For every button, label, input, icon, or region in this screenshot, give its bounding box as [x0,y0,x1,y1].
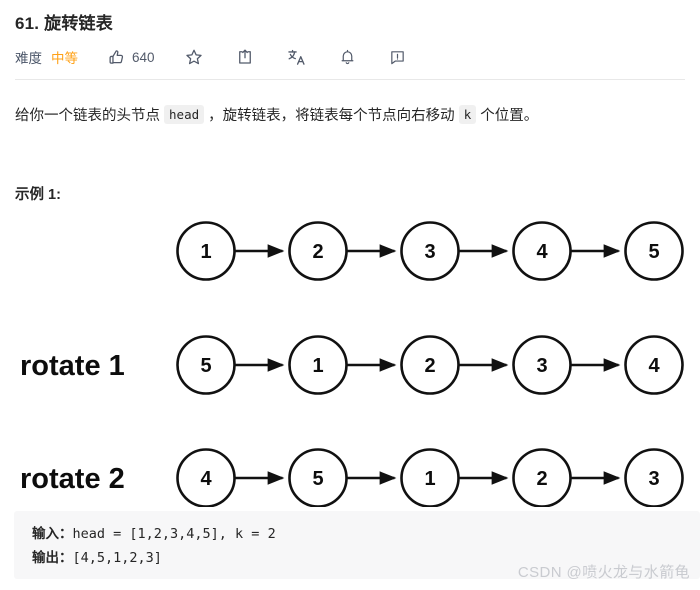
watermark: CSDN @喷火龙与水箭龟 [517,564,690,581]
rotate-label: rotate 1 [20,350,125,382]
header-divider [15,79,685,80]
share-button[interactable] [236,48,254,66]
list-node-value: 4 [648,355,660,377]
list-node-value: 1 [200,241,211,263]
description-text-3: 个位置。 [476,108,539,124]
inline-code-k: k [458,105,477,124]
translate-icon [287,48,306,67]
problem-description: 给你一个链表的头节点 head ，旋转链表，将链表每个节点向右移动 k 个位置。 [15,103,538,128]
list-node-value: 2 [312,241,323,263]
status-badge: 中等 [51,51,78,66]
list-node-value: 1 [424,468,435,490]
list-node-value: 4 [536,241,548,263]
list-node-value: 3 [536,355,547,377]
list-node-value: 3 [424,241,435,263]
list-node-value: 5 [312,468,323,490]
list-node-value: 2 [424,355,435,377]
list-node-value: 1 [312,355,323,377]
like-button[interactable]: 640 [108,49,155,66]
description-text-2: ，旋转链表，将链表每个节点向右移动 [204,108,459,124]
list-node-value: 3 [648,468,659,490]
output-value: [4,5,1,2,3] [72,550,162,566]
linked-list-diagram: 1 2 3 4 5 rotate 1 5 1 2 3 4 rotate 2 4 5 1 2 3 [0,212,700,507]
example-heading: 示例 1: [15,187,61,203]
favorite-button[interactable] [185,48,203,66]
diagram-row: rotate 2 4 5 1 2 3 [20,448,684,507]
diagram-row: 1 2 3 4 5 [176,221,684,281]
output-label: 输出： [32,550,73,565]
input-label: 输入： [32,526,73,541]
like-count: 640 [132,49,155,65]
report-button[interactable] [389,49,406,66]
page-title: 61. 旋转链表 [15,14,113,33]
notification-button[interactable] [339,49,356,66]
problem-meta-row: 难度 中等 640 [15,46,406,68]
description-text-1: 给你一个链表的头节点 [15,108,165,124]
star-icon [185,48,203,66]
thumbs-up-icon [108,49,125,66]
share-icon [236,48,254,66]
list-node-value: 4 [200,468,212,490]
diagram-canvas: 1 2 3 4 5 rotate 1 5 1 2 3 4 rotate 2 4 5 1 2 3 [20,221,684,507]
list-node-value: 2 [536,468,547,490]
list-node-value: 5 [648,241,659,263]
input-value: head = [1,2,3,4,5], k = 2 [72,526,276,542]
diagram-row: rotate 1 5 1 2 3 4 [20,335,684,395]
inline-code-head: head [164,105,205,124]
difficulty-label: 难度 [15,51,42,66]
code-line-input: 输入：head = [1,2,3,4,5], k = 2 [32,522,700,546]
bell-icon [339,49,356,66]
translate-button[interactable] [287,48,306,67]
rotate-label: rotate 2 [20,463,125,495]
list-node-value: 5 [200,355,211,377]
report-icon [389,49,406,66]
